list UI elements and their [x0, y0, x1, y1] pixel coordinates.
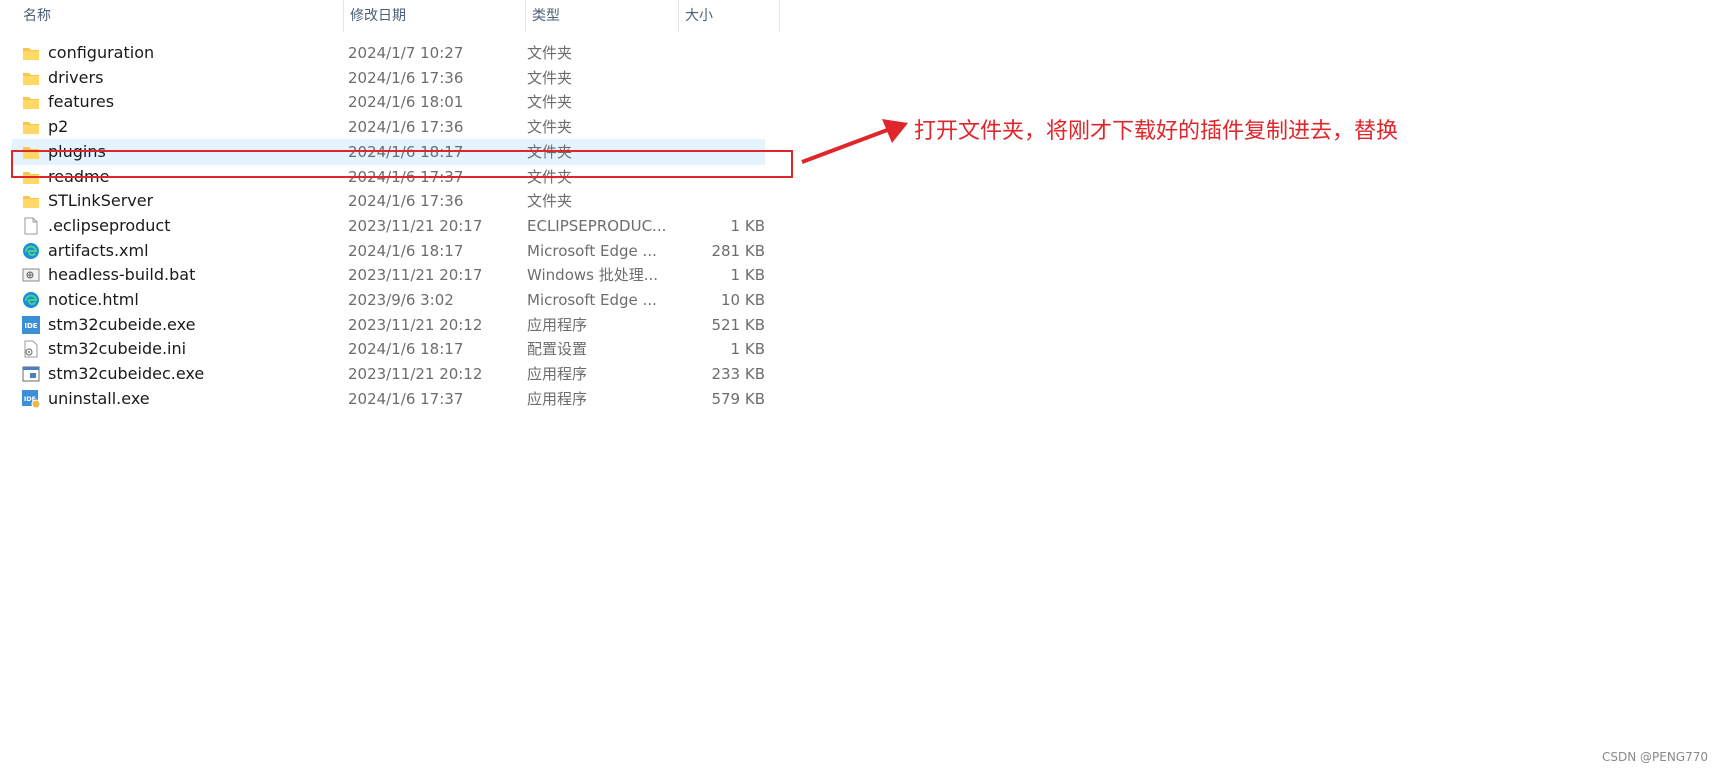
file-size [665, 114, 765, 140]
file-date: 2023/11/21 20:12 [348, 315, 483, 334]
file-date: 2024/1/6 17:36 [348, 118, 464, 137]
highlight-rectangle [11, 150, 793, 178]
file-date: 2023/11/21 20:12 [348, 365, 483, 384]
folder-icon [22, 93, 40, 111]
column-header: 名称 ⌃ 修改日期 类型 大小 [0, 0, 780, 32]
annotation-arrow [801, 119, 908, 164]
file-row[interactable]: notice.html 2023/9/6 3:02 Microsoft Edge .… [12, 287, 765, 313]
settings-file-icon [22, 340, 40, 358]
column-name-label: 名称 [23, 8, 51, 24]
file-name: headless-build.bat [48, 265, 196, 285]
file-size: 1 KB [730, 216, 765, 235]
file-row[interactable]: headless-build.bat 2023/11/21 20:17 Window… [12, 262, 765, 288]
console-app-icon [22, 365, 40, 383]
file-type: Windows 批处理... [527, 266, 659, 285]
file-row[interactable]: configuration 2024/1/7 10:27 文件夹 [12, 40, 765, 66]
file-row[interactable]: features 2024/1/6 18:01 文件夹 [12, 89, 765, 115]
column-size-header[interactable]: 大小 [679, 0, 780, 32]
file-name: stm32cubeide.exe [48, 314, 196, 334]
file-name: stm32cubeidec.exe [48, 364, 205, 384]
file-row[interactable]: IDE uninstall.exe 2024/1/6 17:37 应用程序 579 KB [12, 386, 765, 412]
file-name: stm32cubeide.ini [48, 339, 187, 359]
annotation-text: 打开文件夹，将刚才下载好的插件复制进去，替换 [914, 119, 1399, 144]
file-type: 应用程序 [527, 365, 588, 384]
file-type: Microsoft Edge ... [527, 291, 657, 309]
file-row[interactable]: artifacts.xml 2024/1/6 18:17 Microsoft Edg… [12, 238, 765, 264]
file-row[interactable]: stm32cubeidec.exe 2023/11/21 20:12 应用程序 233… [12, 361, 765, 387]
file-size: 521 KB [711, 315, 765, 334]
file-date: 2024/1/7 10:27 [348, 44, 464, 62]
folder-icon [22, 192, 40, 210]
file-date: 2023/11/21 20:17 [348, 266, 483, 285]
file-name: notice.html [48, 290, 139, 309]
file-size [665, 40, 765, 66]
file-type: 应用程序 [527, 315, 588, 334]
file-size: 10 KB [721, 291, 765, 309]
file-date: 2023/11/21 20:17 [348, 216, 483, 235]
file-type: 文件夹 [527, 44, 573, 62]
file-date: 2024/1/6 17:37 [348, 389, 464, 408]
file-date: 2024/1/6 18:17 [348, 340, 464, 359]
folder-icon [22, 69, 40, 87]
edge-icon [22, 291, 40, 309]
file-name: STLinkServer [48, 191, 154, 211]
sort-ascending-icon: ⌃ [169, 0, 181, 10]
ide-app-icon: IDE [22, 315, 40, 334]
file-size: 281 KB [711, 241, 765, 260]
file-type: 文件夹 [527, 192, 573, 211]
file-type: Microsoft Edge ... [527, 241, 657, 260]
file-size [665, 89, 765, 115]
file-row[interactable]: stm32cubeide.ini 2024/1/6 18:17 配置设置 1 KB [12, 336, 765, 362]
watermark: CSDN @PENG770 [1601, 750, 1708, 764]
column-date-header[interactable]: 修改日期 [344, 0, 526, 32]
column-size-label: 大小 [685, 8, 713, 24]
file-date: 2024/1/6 18:01 [348, 93, 464, 112]
column-date-label: 修改日期 [350, 8, 406, 24]
folder-icon [22, 118, 40, 136]
file-size [665, 65, 765, 91]
file-size: 1 KB [730, 266, 765, 285]
file-date: 2024/1/6 17:36 [348, 68, 464, 87]
blank-file-icon [22, 217, 40, 235]
file-row[interactable]: drivers 2024/1/6 17:36 文件夹 [12, 65, 765, 91]
file-row[interactable]: .eclipseproduct 2023/11/21 20:17 ECLIPSEPR… [12, 213, 765, 239]
file-date: 2023/9/6 3:02 [348, 291, 454, 309]
file-row[interactable]: IDE stm32cubeide.exe 2023/11/21 20:12 应用程序 5… [12, 312, 765, 338]
file-type: 文件夹 [527, 93, 573, 112]
edge-icon [22, 242, 40, 260]
file-date: 2024/1/6 17:36 [348, 192, 464, 211]
batch-file-icon [22, 266, 40, 284]
svg-text:IDE: IDE [24, 322, 37, 330]
file-type: 应用程序 [527, 389, 588, 408]
file-row[interactable]: p2 2024/1/6 17:36 文件夹 [12, 114, 765, 140]
file-name: p2 [48, 117, 69, 137]
file-type: 文件夹 [527, 118, 573, 137]
file-type: ECLIPSEPRODUC... [527, 216, 667, 235]
file-name: features [48, 92, 115, 112]
file-size [665, 188, 765, 214]
file-name: .eclipseproduct [48, 215, 171, 235]
column-type-header[interactable]: 类型 [526, 0, 679, 32]
file-size: 233 KB [711, 365, 765, 384]
column-type-label: 类型 [532, 8, 560, 24]
file-name: drivers [48, 67, 104, 87]
file-name: uninstall.exe [48, 388, 150, 408]
file-name: configuration [48, 43, 155, 62]
file-size: 579 KB [711, 389, 765, 408]
folder-icon [22, 44, 40, 62]
file-date: 2024/1/6 18:17 [348, 241, 464, 260]
file-type: 配置设置 [527, 340, 588, 359]
file-row[interactable]: STLinkServer 2024/1/6 17:36 文件夹 [12, 188, 765, 214]
ide-uninstall-icon: IDE [22, 389, 41, 409]
file-name: artifacts.xml [48, 240, 149, 260]
file-type: 文件夹 [527, 68, 573, 87]
file-size: 1 KB [730, 340, 765, 359]
